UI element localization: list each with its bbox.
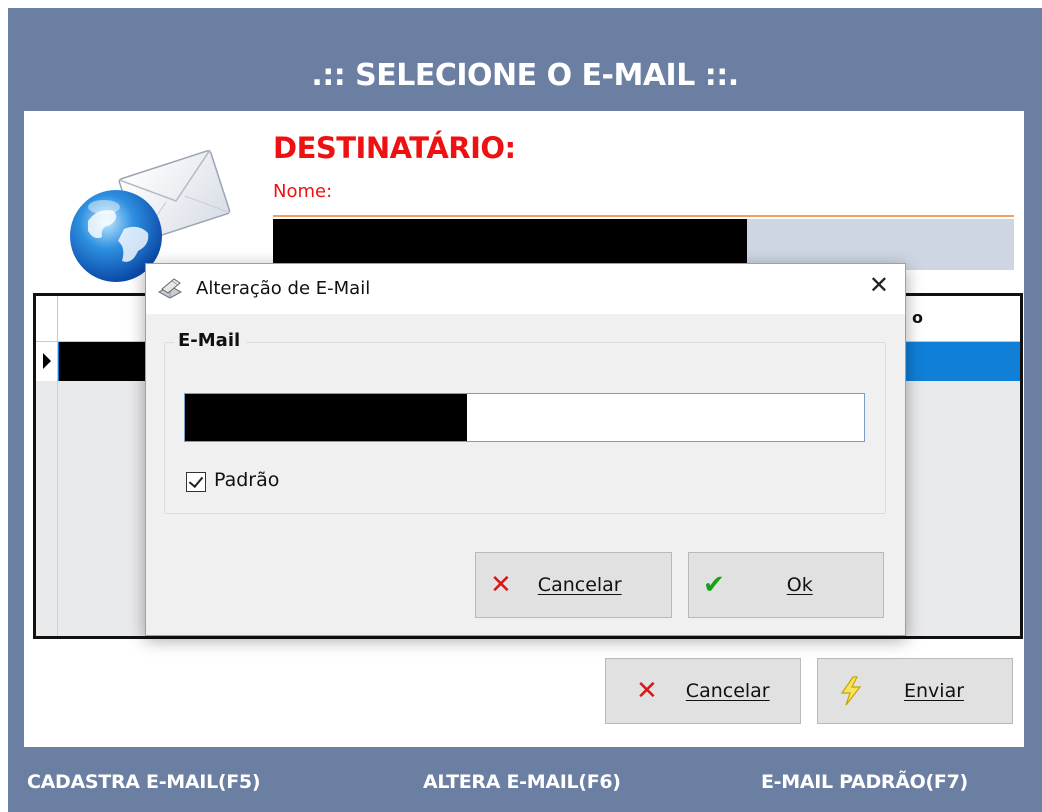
- dialog-cancel-label: Cancelar: [537, 574, 622, 596]
- email-field[interactable]: [184, 393, 865, 442]
- default-checkbox[interactable]: [186, 472, 206, 492]
- grid-header-selector: [36, 296, 58, 342]
- redacted-email-value: [185, 394, 467, 441]
- check-icon: ✔: [703, 570, 725, 600]
- row-pointer-icon: [43, 353, 51, 369]
- recipient-heading: DESTINATÁRIO:: [273, 131, 516, 165]
- shortcut-edit-email[interactable]: ALTERA E-MAIL(F6): [423, 771, 621, 793]
- dialog-ok-button[interactable]: ✔ Ok: [688, 552, 884, 618]
- grid-row-selector-column: [36, 381, 58, 636]
- x-icon: ✕: [636, 676, 658, 706]
- dialog-titlebar[interactable]: Alteração de E-Mail ✕: [146, 264, 905, 314]
- shortcut-register-email[interactable]: CADASTRA E-MAIL(F5): [27, 771, 261, 793]
- envelope-edit-icon: [157, 278, 183, 299]
- cancel-button[interactable]: ✕ Cancelar: [605, 658, 801, 724]
- edit-email-dialog: Alteração de E-Mail ✕ E-Mail Padrão ✕ Ca…: [145, 263, 906, 636]
- row-indicator: [36, 342, 58, 381]
- cancel-button-label: Cancelar: [685, 680, 770, 702]
- email-group-label: E-Mail: [174, 330, 247, 351]
- name-label: Nome:: [273, 181, 333, 202]
- grid-column-header: o: [912, 308, 923, 327]
- send-button[interactable]: Enviar: [817, 658, 1013, 724]
- send-button-label: Enviar: [904, 680, 965, 702]
- window-title: .:: SELECIONE O E-MAIL ::.: [311, 58, 739, 93]
- name-underline: [273, 215, 1014, 217]
- dialog-cancel-button[interactable]: ✕ Cancelar: [475, 552, 672, 618]
- lightning-icon: [840, 676, 862, 706]
- default-checkbox-label[interactable]: Padrão: [214, 469, 279, 491]
- x-icon: ✕: [490, 570, 512, 600]
- close-icon[interactable]: ✕: [869, 273, 889, 297]
- dialog-ok-label: Ok: [786, 574, 813, 596]
- dialog-title: Alteração de E-Mail: [196, 278, 371, 299]
- shortcut-default-email[interactable]: E-MAIL PADRÃO(F7): [761, 771, 968, 793]
